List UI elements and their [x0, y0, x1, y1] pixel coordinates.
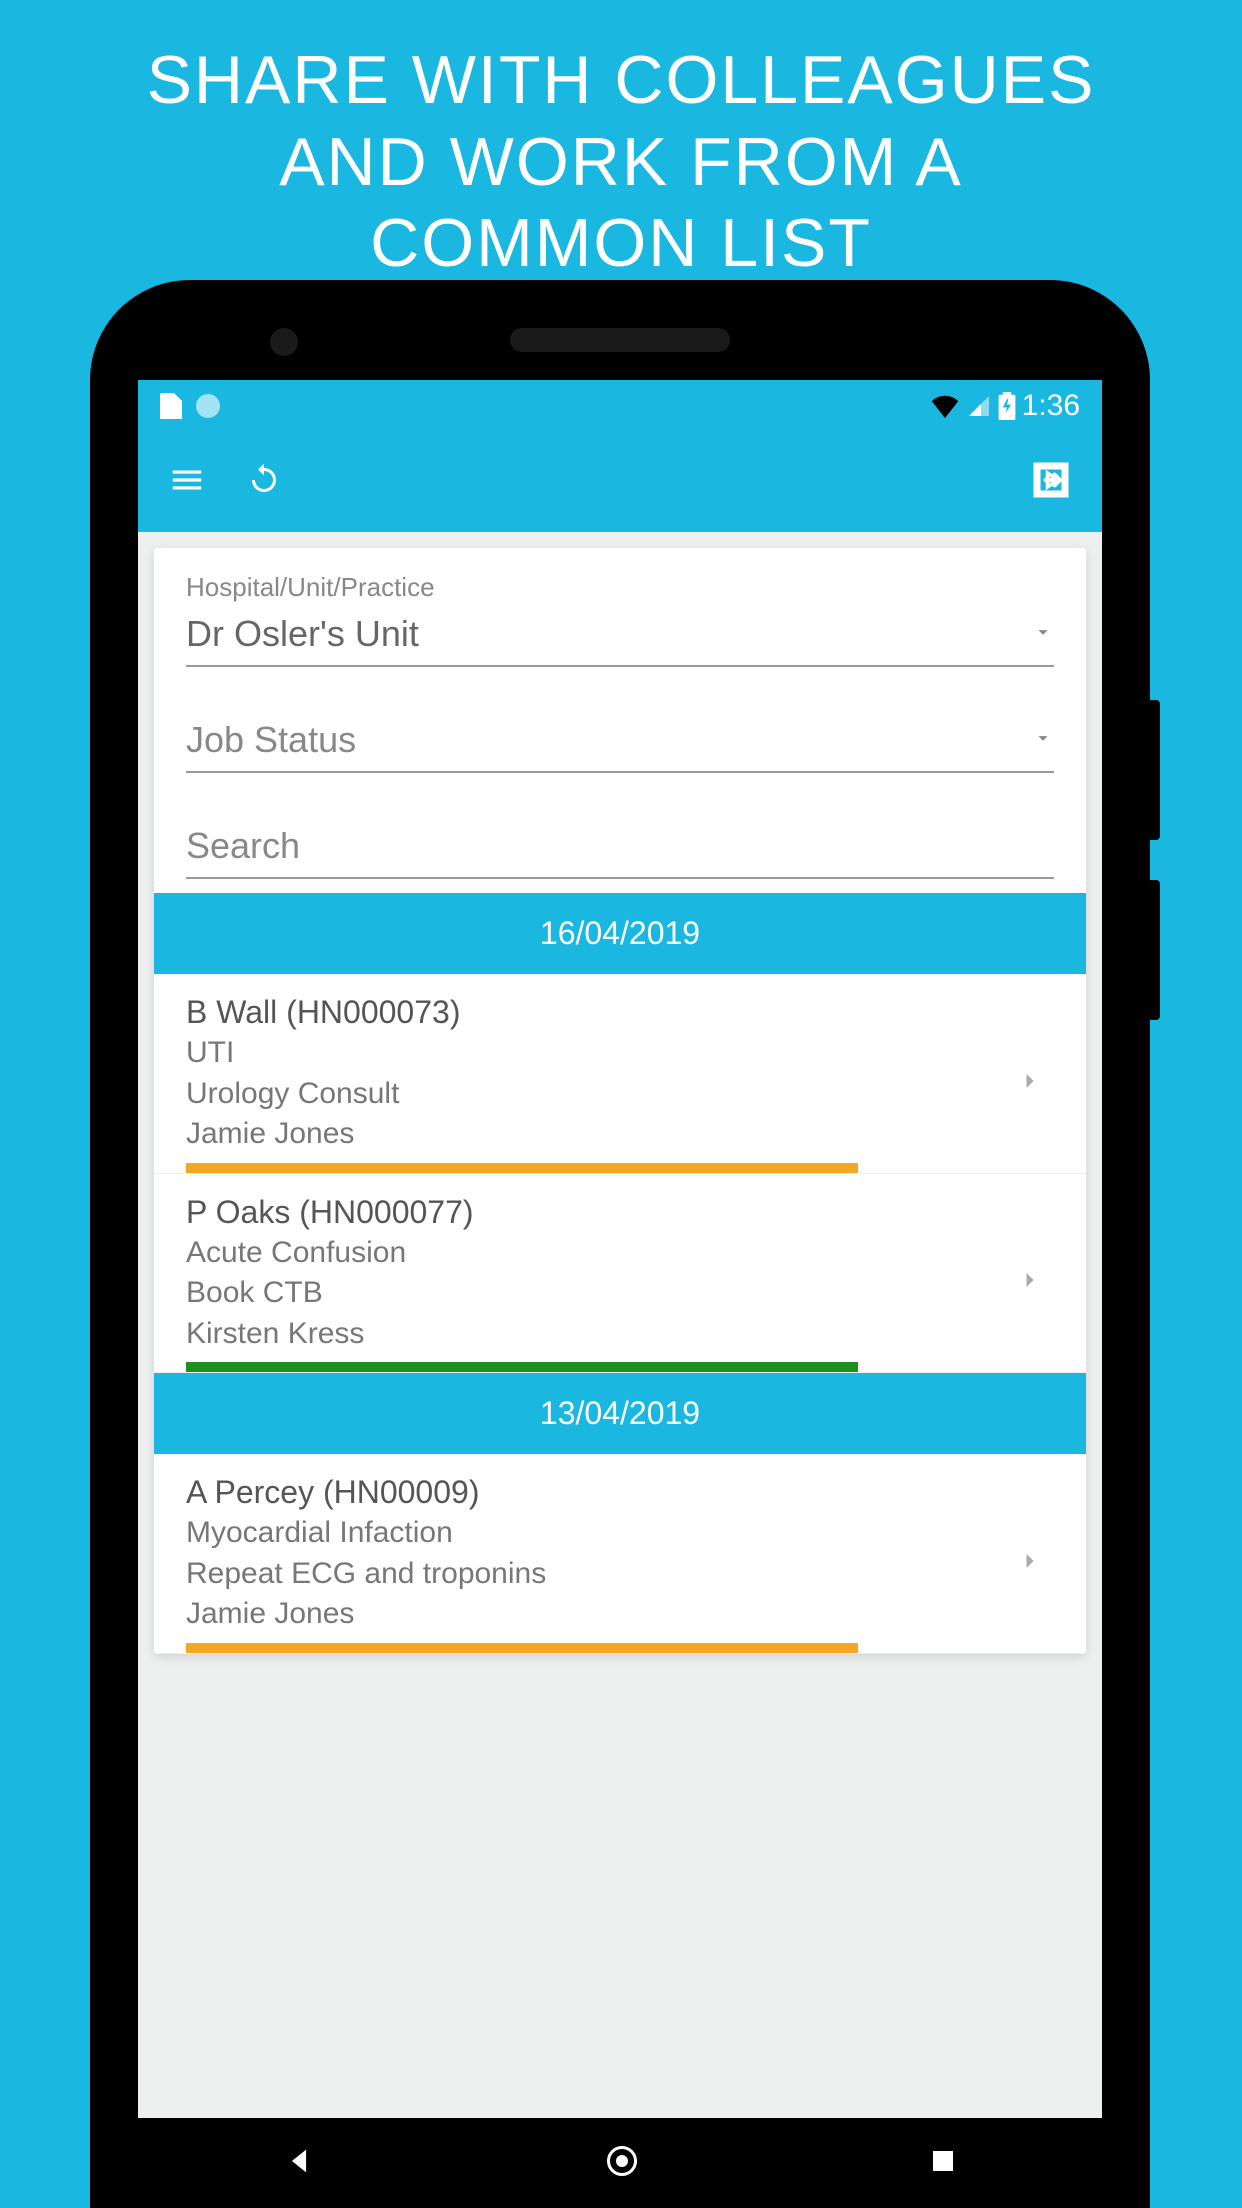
chevron-right-icon [1006, 1067, 1054, 1100]
promo-line: SHARE WITH COLLEAGUES [80, 40, 1162, 122]
chevron-right-icon [1006, 1266, 1054, 1299]
item-assignee: Jamie Jones [186, 1114, 1006, 1155]
list-item-body: A Percey (HN00009)Myocardial InfactionRe… [186, 1474, 1006, 1653]
list-item[interactable]: B Wall (HN000073)UTIUrology ConsultJamie… [154, 974, 1086, 1174]
phone-camera [270, 328, 298, 356]
status-bar-indicator [186, 1362, 858, 1372]
back-button[interactable] [282, 2144, 316, 2183]
chevron-right-icon [1006, 1547, 1054, 1580]
phone-side-button [1150, 700, 1160, 840]
status-time: 1:36 [1022, 389, 1080, 423]
content-area: Hospital/Unit/Practice Dr Osler's Unit J… [138, 532, 1102, 2118]
unit-label: Hospital/Unit/Practice [186, 572, 1054, 603]
item-title: A Percey (HN00009) [186, 1474, 1006, 1511]
item-diagnosis: Acute Confusion [186, 1233, 1006, 1274]
android-nav-bar [138, 2118, 1102, 2208]
unit-dropdown[interactable]: Dr Osler's Unit [186, 607, 1054, 667]
item-task: Urology Consult [186, 1074, 1006, 1115]
sd-card-icon [160, 393, 182, 419]
item-diagnosis: UTI [186, 1033, 1006, 1074]
date-header: 13/04/2019 [154, 1373, 1086, 1454]
filter-card: Hospital/Unit/Practice Dr Osler's Unit J… [154, 548, 1086, 1654]
promo-heading: SHARE WITH COLLEAGUES AND WORK FROM A CO… [0, 0, 1242, 315]
phone-side-button [1150, 880, 1160, 1020]
list-item-body: B Wall (HN000073)UTIUrology ConsultJamie… [186, 994, 1006, 1173]
promo-line: COMMON LIST [80, 203, 1162, 285]
status-bar: 1:36 [138, 380, 1102, 432]
unit-value: Dr Osler's Unit [186, 613, 1032, 655]
chevron-down-icon [1032, 727, 1054, 754]
job-list: 16/04/2019 B Wall (HN000073)UTIUrology Co… [154, 893, 1086, 1654]
item-assignee: Jamie Jones [186, 1594, 1006, 1635]
search-field[interactable] [186, 819, 1054, 879]
status-bar-indicator [186, 1163, 858, 1173]
item-title: B Wall (HN000073) [186, 994, 1006, 1031]
search-input[interactable] [186, 825, 1054, 867]
refresh-icon[interactable] [246, 462, 282, 503]
signal-icon [966, 394, 992, 418]
battery-charging-icon [998, 392, 1016, 420]
job-status-placeholder: Job Status [186, 719, 1032, 761]
app-bar [138, 432, 1102, 532]
item-task: Repeat ECG and troponins [186, 1554, 1006, 1595]
screen: 1:36 Hospital/Unit/Practice Dr Osler's U… [138, 380, 1102, 2208]
menu-icon[interactable] [168, 461, 206, 504]
wifi-icon [930, 394, 960, 418]
job-status-dropdown[interactable]: Job Status [186, 713, 1054, 773]
phone-speaker [510, 328, 730, 352]
item-diagnosis: Myocardial Infaction [186, 1513, 1006, 1554]
phone-frame: 1:36 Hospital/Unit/Practice Dr Osler's U… [90, 280, 1150, 2208]
status-bar-indicator [186, 1643, 858, 1653]
chevron-down-icon [1032, 621, 1054, 648]
sync-icon [196, 394, 220, 418]
list-item[interactable]: P Oaks (HN000077)Acute ConfusionBook CTB… [154, 1174, 1086, 1374]
exit-icon[interactable] [1030, 459, 1072, 506]
promo-line: AND WORK FROM A [80, 122, 1162, 204]
date-header: 16/04/2019 [154, 893, 1086, 974]
list-item[interactable]: A Percey (HN00009)Myocardial InfactionRe… [154, 1454, 1086, 1654]
item-assignee: Kirsten Kress [186, 1314, 1006, 1355]
item-task: Book CTB [186, 1273, 1006, 1314]
list-item-body: P Oaks (HN000077)Acute ConfusionBook CTB… [186, 1194, 1006, 1373]
item-title: P Oaks (HN000077) [186, 1194, 1006, 1231]
home-button[interactable] [604, 2143, 640, 2184]
recent-button[interactable] [928, 2146, 958, 2181]
